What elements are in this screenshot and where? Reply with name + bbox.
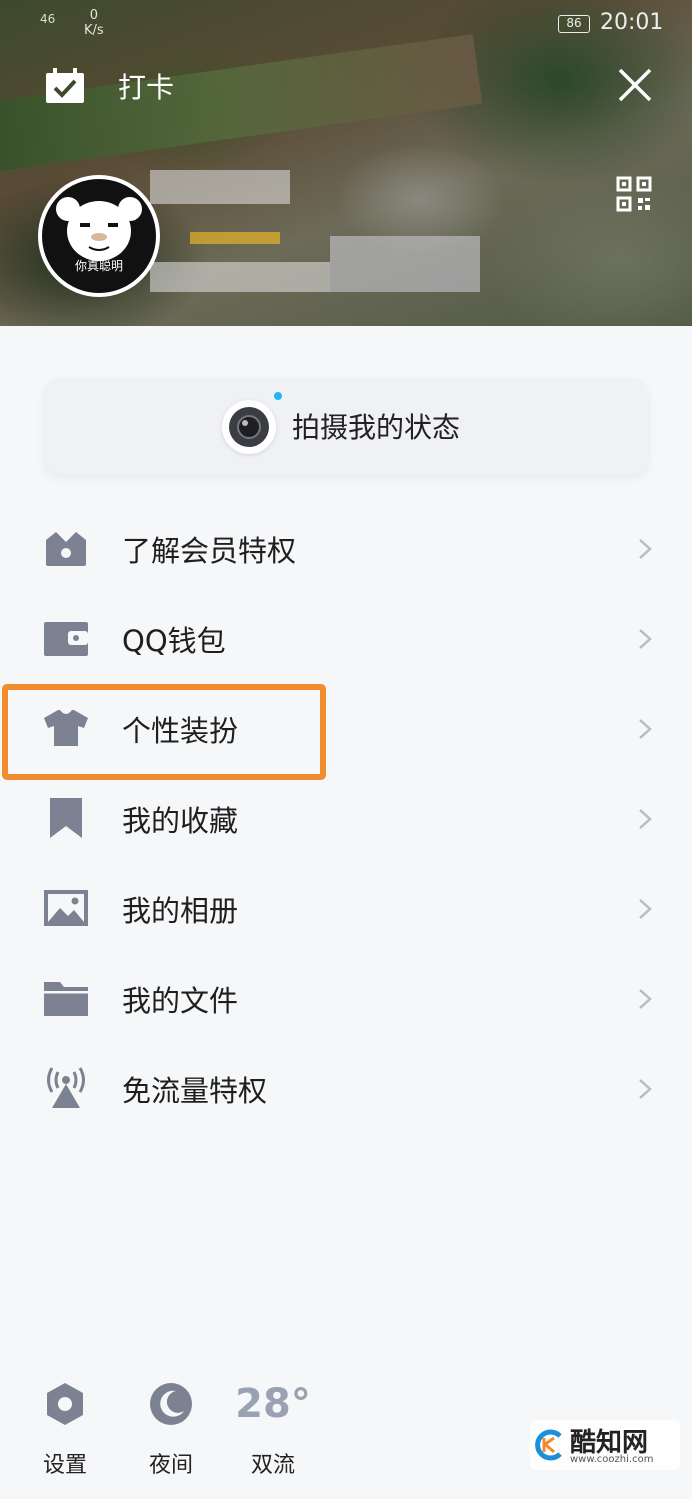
profile-cover: 46 0 K/s 86 20:01 打卡 你真聪明 <box>0 0 692 326</box>
night-mode-label: 夜间 <box>148 1453 193 1478</box>
calendar-check-icon <box>46 68 84 103</box>
qr-code-icon[interactable] <box>616 176 652 212</box>
bookmark-icon <box>50 798 82 838</box>
moon-icon <box>150 1383 192 1425</box>
checkin-button[interactable]: 打卡 <box>44 66 174 106</box>
capture-status-label: 拍摄我的状态 <box>292 411 461 444</box>
menu-item-album[interactable]: 我的相册 <box>0 864 692 954</box>
photo-icon <box>44 890 88 926</box>
close-icon[interactable] <box>616 66 654 104</box>
chevron-right-icon <box>639 989 652 1009</box>
menu-item-vip[interactable]: 了解会员特权 <box>0 504 692 594</box>
chevron-right-icon <box>639 899 652 919</box>
menu-label: 我的收藏 <box>122 804 239 838</box>
menu-item-wallet[interactable]: QQ钱包 <box>0 594 692 684</box>
menu-label: 了解会员特权 <box>122 534 297 568</box>
clock: 20:01 <box>600 10 664 35</box>
menu-item-free-data[interactable]: 免流量特权 <box>0 1044 692 1134</box>
menu-label: 我的文件 <box>122 984 239 1018</box>
menu-label: QQ钱包 <box>122 624 226 658</box>
watermark-url: www.coozhi.com <box>570 1454 654 1465</box>
signal-tower-icon <box>47 1067 85 1108</box>
blurred-nickname <box>150 170 290 204</box>
camera-icon <box>222 400 276 454</box>
menu-item-files[interactable]: 我的文件 <box>0 954 692 1044</box>
night-mode-button[interactable]: 夜间 <box>126 1381 216 1479</box>
signal-indicator: 46 <box>40 12 56 26</box>
status-bar: 46 0 K/s 86 20:01 <box>0 0 692 48</box>
chevron-right-icon <box>639 539 652 559</box>
menu-label: 我的相册 <box>122 894 239 928</box>
menu-item-favorites[interactable]: 我的收藏 <box>0 774 692 864</box>
settings-button[interactable]: 设置 <box>20 1381 110 1479</box>
chevron-right-icon <box>639 719 652 739</box>
avatar[interactable]: 你真聪明 <box>38 175 160 297</box>
menu-label: 免流量特权 <box>122 1074 268 1108</box>
coozhi-logo-icon <box>535 1429 562 1461</box>
wallet-icon <box>44 622 88 656</box>
capture-status-button[interactable]: 拍摄我的状态 <box>44 378 648 474</box>
checkin-label: 打卡 <box>118 71 175 104</box>
weather-city: 双流 <box>250 1453 295 1478</box>
blurred-signature-extra <box>330 236 480 292</box>
chevron-right-icon <box>639 809 652 829</box>
blurred-signature <box>150 262 330 292</box>
network-speed: 0 K/s <box>84 8 104 38</box>
chevron-right-icon <box>639 629 652 649</box>
blurred-level <box>190 232 280 244</box>
notification-dot <box>274 392 282 400</box>
drawer-content: 拍摄我的状态 了解会员特权 QQ钱包 个性装扮 我的收藏 我的相册 我的文件 免… <box>0 326 692 1499</box>
panda-face-icon <box>56 197 142 261</box>
chevron-right-icon <box>639 1079 652 1099</box>
folder-icon <box>44 982 88 1016</box>
gear-icon <box>47 1383 83 1425</box>
weather-temperature: 28° <box>235 1381 311 1427</box>
avatar-caption: 你真聪明 <box>74 259 123 273</box>
highlight-annotation <box>2 684 326 780</box>
crown-icon <box>46 532 86 566</box>
watermark: 酷知网 www.coozhi.com <box>530 1420 680 1470</box>
weather-button[interactable]: 28° 双流 <box>228 1381 318 1479</box>
battery-indicator: 86 <box>558 15 590 33</box>
settings-label: 设置 <box>42 1453 87 1478</box>
